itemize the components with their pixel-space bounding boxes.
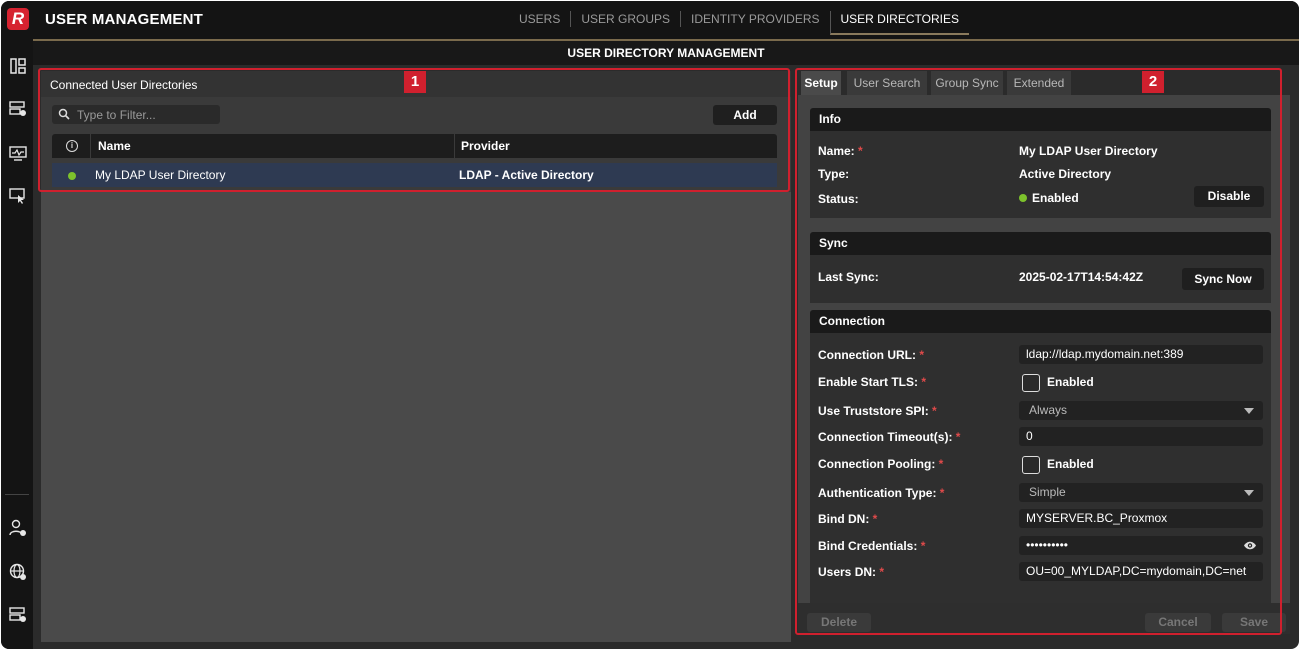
app-title: USER MANAGEMENT <box>45 11 204 28</box>
user-settings-icon[interactable] <box>9 519 27 537</box>
side-nav <box>1 39 33 649</box>
tab-user-directories[interactable]: USER DIRECTORIES <box>829 11 969 35</box>
scrollbar[interactable] <box>1290 95 1297 475</box>
callout-badge-2: 2 <box>1142 71 1164 93</box>
tab-user-groups[interactable]: USER GROUPS <box>570 11 680 27</box>
callout-box-2 <box>795 68 1282 635</box>
callout-badge-1: 1 <box>404 71 426 93</box>
tab-identity-providers[interactable]: IDENTITY PROVIDERS <box>680 11 829 27</box>
monitor-icon[interactable] <box>9 144 27 162</box>
remote-control-icon[interactable] <box>9 187 27 205</box>
dashboard-icon[interactable] <box>9 57 27 75</box>
side-nav-divider <box>5 494 29 495</box>
page-title: USER DIRECTORY MANAGEMENT <box>33 41 1299 65</box>
top-bar: R USER MANAGEMENT USERS USER GROUPS IDEN… <box>1 1 1299 39</box>
tab-users[interactable]: USERS <box>509 11 570 27</box>
system-settings-icon[interactable] <box>9 606 27 624</box>
server-settings-icon[interactable] <box>9 100 27 118</box>
main-tabs: USERS USER GROUPS IDENTITY PROVIDERS USE… <box>509 11 969 35</box>
globe-settings-icon[interactable] <box>9 563 27 581</box>
app-logo: R <box>7 8 29 30</box>
